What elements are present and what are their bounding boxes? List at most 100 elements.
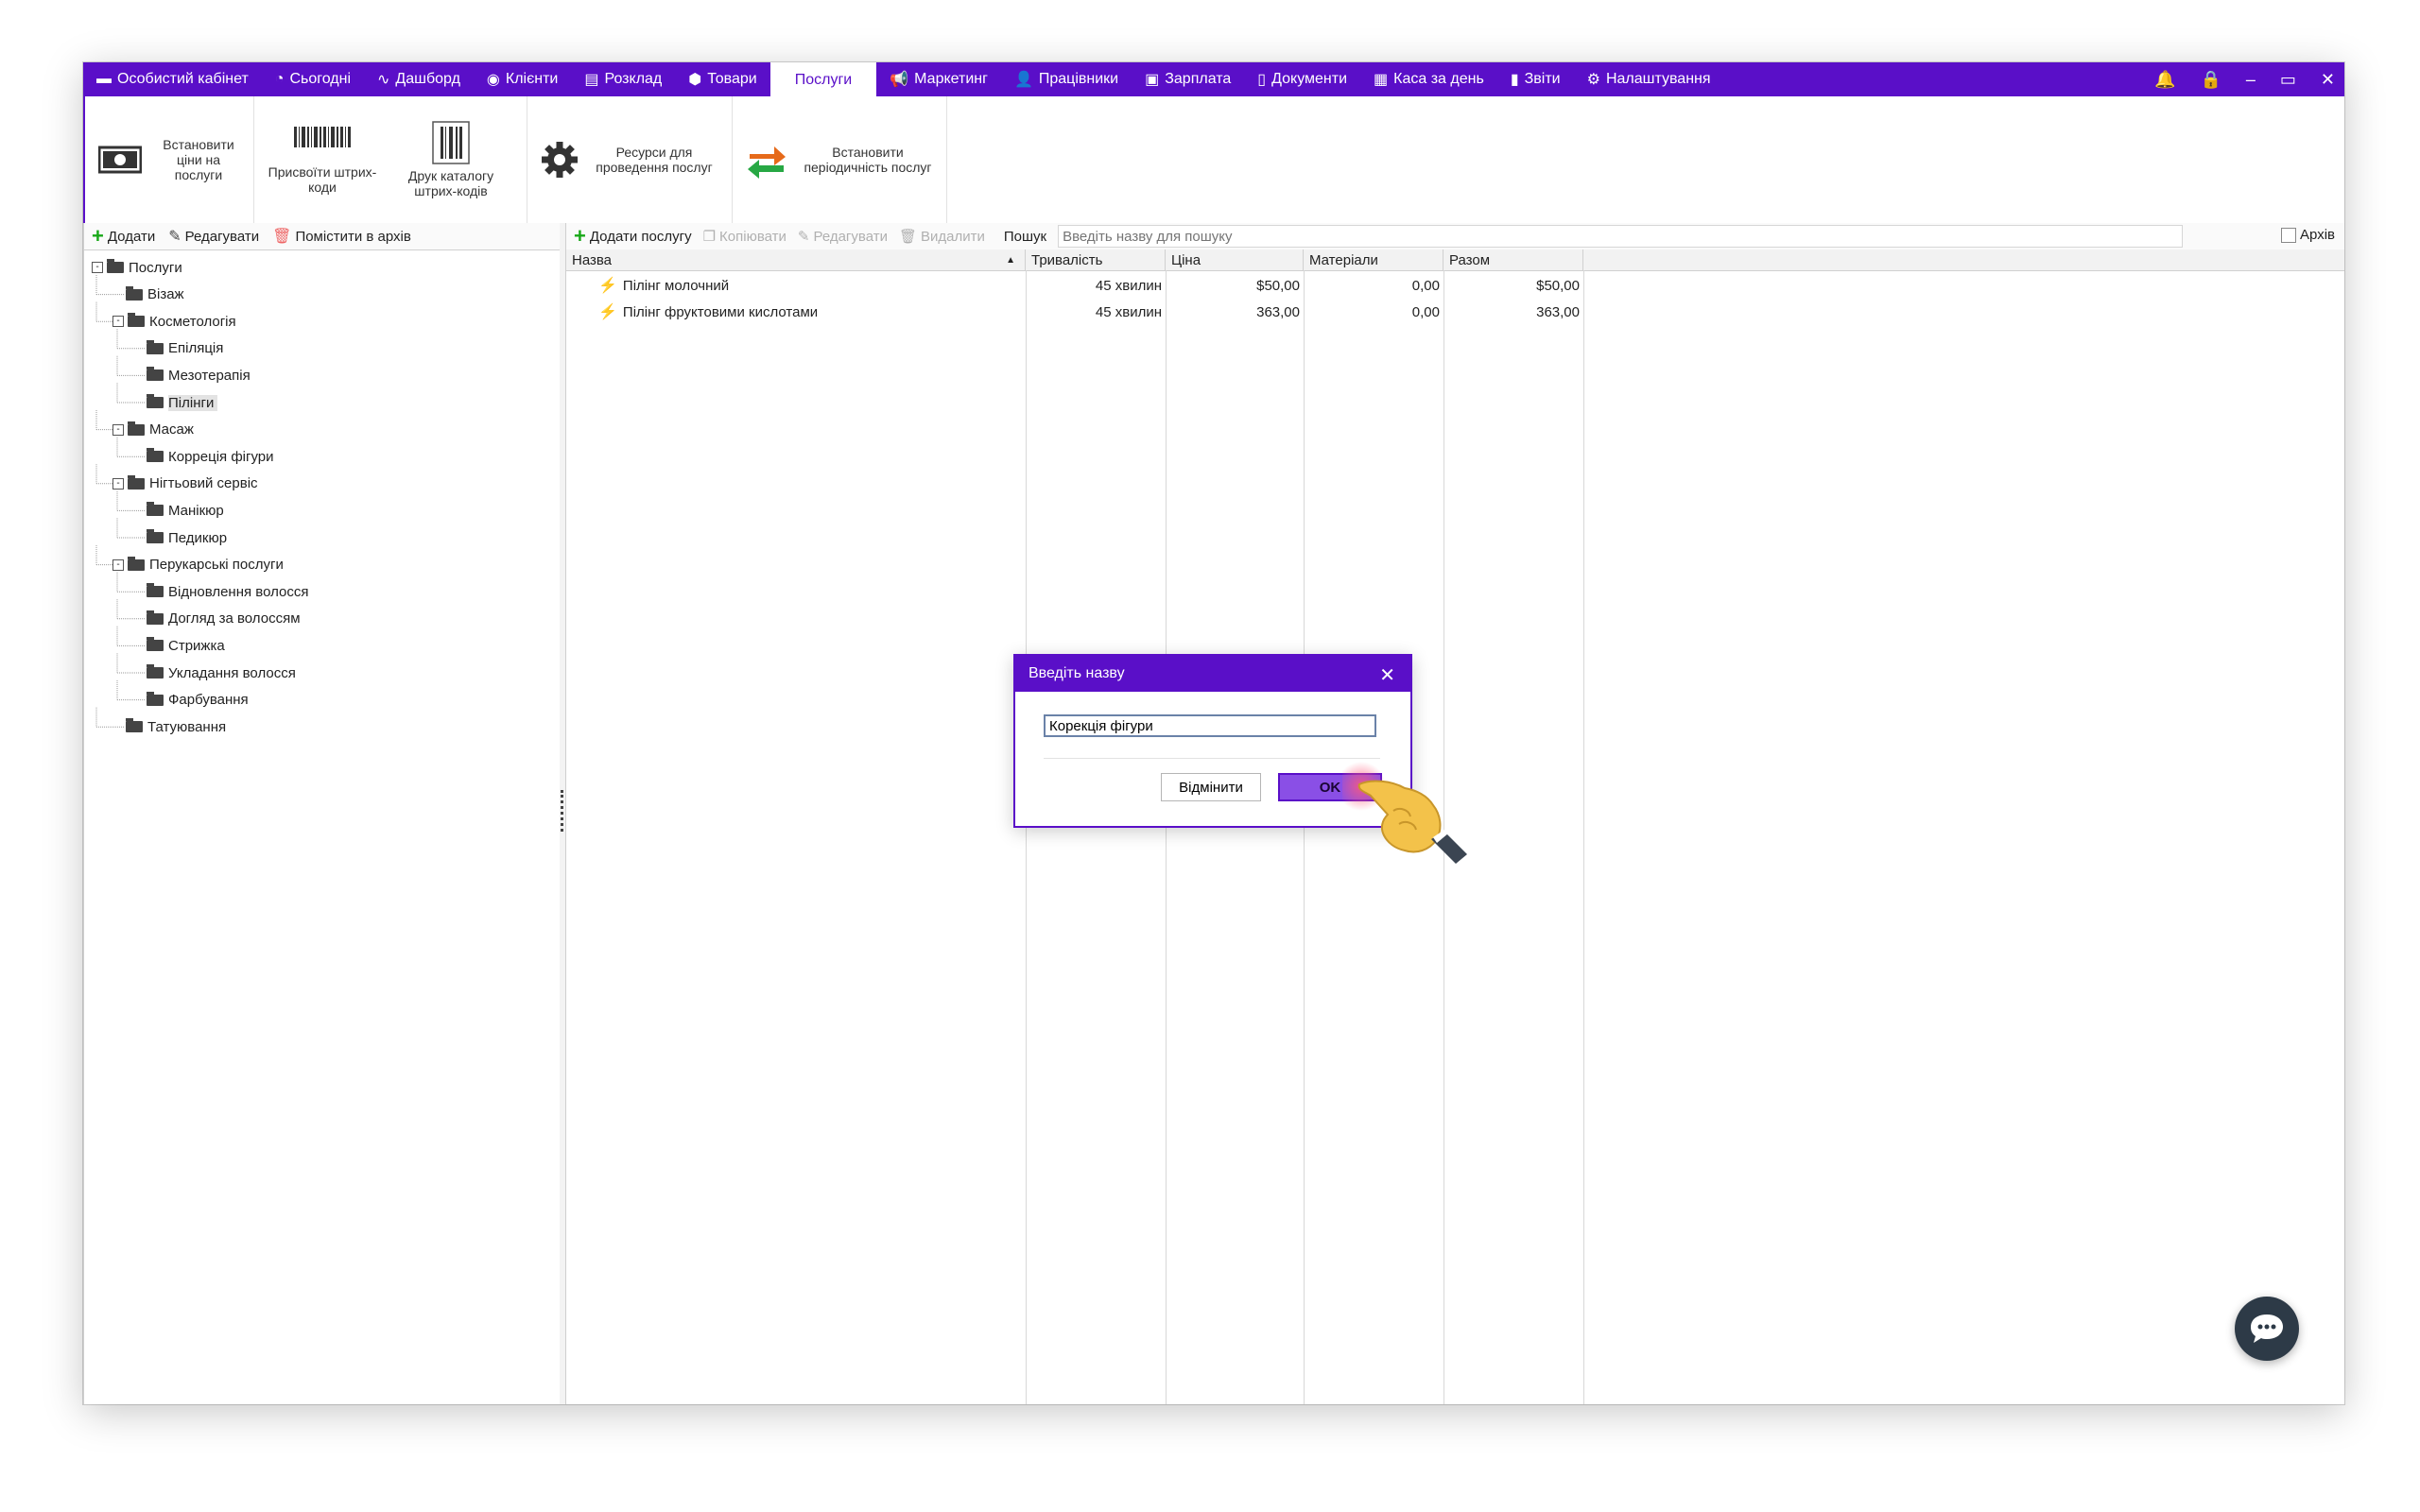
search-input[interactable] <box>1058 225 2184 248</box>
folder-icon <box>147 664 164 679</box>
cell-materials-value: 0,00 <box>1411 277 1440 294</box>
archive-toggle[interactable]: Архів <box>2281 227 2335 243</box>
close-icon[interactable]: ✕ <box>1379 663 1395 687</box>
maximize-button[interactable]: ▭ <box>2280 70 2296 90</box>
lightning-icon: ⚡ <box>598 304 617 320</box>
column-header-price[interactable]: Ціна <box>1166 249 1304 270</box>
barcode-icon <box>294 127 351 147</box>
cell-materials-value: 0,00 <box>1411 303 1440 320</box>
collapse-toggle-icon[interactable]: - <box>112 423 124 436</box>
add-service-button[interactable]: + Додати послугу <box>574 226 692 247</box>
archive-category-label: Помістити в архів <box>295 228 411 245</box>
cancel-button[interactable]: Відмінити <box>1161 773 1261 801</box>
minimize-button[interactable]: – <box>2246 70 2256 90</box>
cell-price-value: 363,00 <box>1256 303 1300 320</box>
table-row[interactable]: ⚡ Пілінг молочний 45 хвилин $50,00 0,00 $50,0… <box>566 272 1587 299</box>
folder-icon <box>107 259 124 273</box>
menu-item-12[interactable]: ▮ Звіти <box>1497 62 1574 96</box>
column-materials-label: Матеріали <box>1309 251 1378 268</box>
tree-node[interactable]: - Послуги <box>92 256 182 279</box>
tree-node[interactable]: Пілінги <box>147 391 218 414</box>
tree-node[interactable]: Епіляція <box>147 337 223 360</box>
menu-item-4[interactable]: ▤ Розклад <box>571 62 675 96</box>
cell-price: $50,00 <box>1166 272 1304 299</box>
money-icon: ▣ <box>1145 72 1160 88</box>
cell-total: $50,00 <box>1443 272 1583 299</box>
set-periodicity-button[interactable]: Встановити періодичність послуг <box>740 139 944 180</box>
print-barcode-catalog-label: Друк каталогу штрих-кодів <box>407 168 494 198</box>
chat-button[interactable] <box>2235 1297 2299 1361</box>
tree-node[interactable]: Педикюр <box>147 526 227 549</box>
pencil-icon: ✎ <box>797 229 810 245</box>
name-input[interactable] <box>1044 714 1376 737</box>
collapse-toggle-icon[interactable]: - <box>112 316 124 328</box>
tree-node-label: Корреція фігури <box>168 448 274 465</box>
menu-item-label: Налаштування <box>1605 71 1711 87</box>
collapse-toggle-icon[interactable]: - <box>112 558 124 571</box>
menu-item-5[interactable]: ⬢ Товари <box>675 62 769 96</box>
tree-node-label: Косметологія <box>149 313 236 330</box>
tree-node[interactable]: - Нігтьовий сервіс <box>112 472 258 495</box>
column-header-duration[interactable]: Тривалість <box>1026 249 1166 270</box>
tree-node[interactable]: Корреція фігури <box>147 445 274 468</box>
menu-item-1[interactable]: ◔ Сьогодні <box>262 62 364 96</box>
tree-node[interactable]: Догляд за волоссям <box>147 608 301 630</box>
pointing-hand-cursor-icon <box>1342 762 1467 864</box>
assign-barcodes-button[interactable]: Присвоїти штрих-коди <box>258 125 387 195</box>
menu-item-9[interactable]: ▣ Зарплата <box>1132 62 1244 96</box>
delete-service-button[interactable]: 🗑 Видалити <box>899 228 985 246</box>
close-button[interactable]: ✕ <box>2321 70 2335 90</box>
tree-node[interactable]: Укладання волосся <box>147 662 296 684</box>
menu-item-13[interactable]: ⚙ Налаштування <box>1574 62 1724 96</box>
tree-node-label: Стрижка <box>168 637 225 654</box>
collapse-toggle-icon[interactable]: - <box>92 262 103 273</box>
tree-node[interactable]: Мезотерапія <box>147 364 251 387</box>
panel-splitter[interactable] <box>560 223 566 1404</box>
menu-item-11[interactable]: ▦ Каса за день <box>1360 62 1497 96</box>
menu-item-10[interactable]: ▯ Документи <box>1244 62 1360 96</box>
tree-node-label: Педикюр <box>168 529 228 546</box>
add-category-button[interactable]: + Додати <box>92 226 155 247</box>
tree-node[interactable]: - Косметологія <box>112 310 236 333</box>
wallet-icon: ▬ <box>96 71 112 87</box>
set-prices-button[interactable]: Встановити ціни на послуги <box>93 137 251 182</box>
print-barcode-catalog-button[interactable]: Друк каталогу штрих-кодів <box>387 121 515 198</box>
person-icon: 👤 <box>1013 72 1033 88</box>
column-header-total[interactable]: Разом <box>1443 249 1583 270</box>
tree-node[interactable]: Візаж <box>126 284 184 306</box>
tree-node[interactable]: Фарбування <box>147 689 249 712</box>
tree-node[interactable]: Манікюр <box>147 499 224 522</box>
edit-service-button[interactable]: ✎ Редагувати <box>797 228 888 246</box>
lock-icon[interactable]: 🔒 <box>2200 70 2221 90</box>
tree-node[interactable]: Татуювання <box>126 715 226 738</box>
menu-item-7[interactable]: 📢 Маркетинг <box>876 62 1001 96</box>
menu-item-6[interactable]: Послуги <box>769 62 877 98</box>
collapse-toggle-icon[interactable]: - <box>112 477 124 490</box>
cell-total: 363,00 <box>1443 299 1583 325</box>
tree-node-label: Візаж <box>147 286 184 303</box>
resources-label: Ресурси для проведення послуг <box>596 145 713 175</box>
menu-item-label: Каса за день <box>1393 71 1484 87</box>
tree-node[interactable]: Стрижка <box>147 634 225 657</box>
tree-node[interactable]: - Перукарські послуги <box>112 554 284 576</box>
menu-item-8[interactable]: 👤 Працівники <box>1001 62 1132 96</box>
menu-item-0[interactable]: ▬ Особистий кабінет <box>83 62 262 96</box>
archive-category-button[interactable]: 🗑 Помістити в архів <box>272 227 411 246</box>
edit-category-button[interactable]: ✎ Редагувати <box>168 227 259 246</box>
archive-checkbox[interactable] <box>2281 227 2297 243</box>
column-header-name[interactable]: Назва ▲ <box>566 249 1026 270</box>
menu-item-label: Сьогодні <box>289 71 351 87</box>
calendar-icon: ▤ <box>584 72 599 88</box>
menu-item-2[interactable]: ∿ Дашборд <box>364 62 474 96</box>
table-row[interactable]: ⚡ Пілінг фруктовими кислотами 45 хвилин 363… <box>566 299 1587 325</box>
tree-node[interactable]: - Масаж <box>112 419 194 441</box>
menu-item-3[interactable]: ◉ Клієнти <box>474 62 571 96</box>
tree-node[interactable]: Відновлення волосся <box>147 580 309 603</box>
bell-icon[interactable]: 🔔 <box>2154 70 2175 90</box>
copy-service-button[interactable]: ❐ Копіювати <box>703 228 786 246</box>
bar-chart-icon: ▮ <box>1510 72 1519 88</box>
dialog-title-bar: Введіть назву ✕ <box>1015 656 1410 692</box>
column-header-materials[interactable]: Матеріали <box>1304 249 1443 270</box>
resources-button[interactable]: Ресурси для проведення послуг <box>535 141 726 179</box>
folder-icon <box>147 583 164 598</box>
